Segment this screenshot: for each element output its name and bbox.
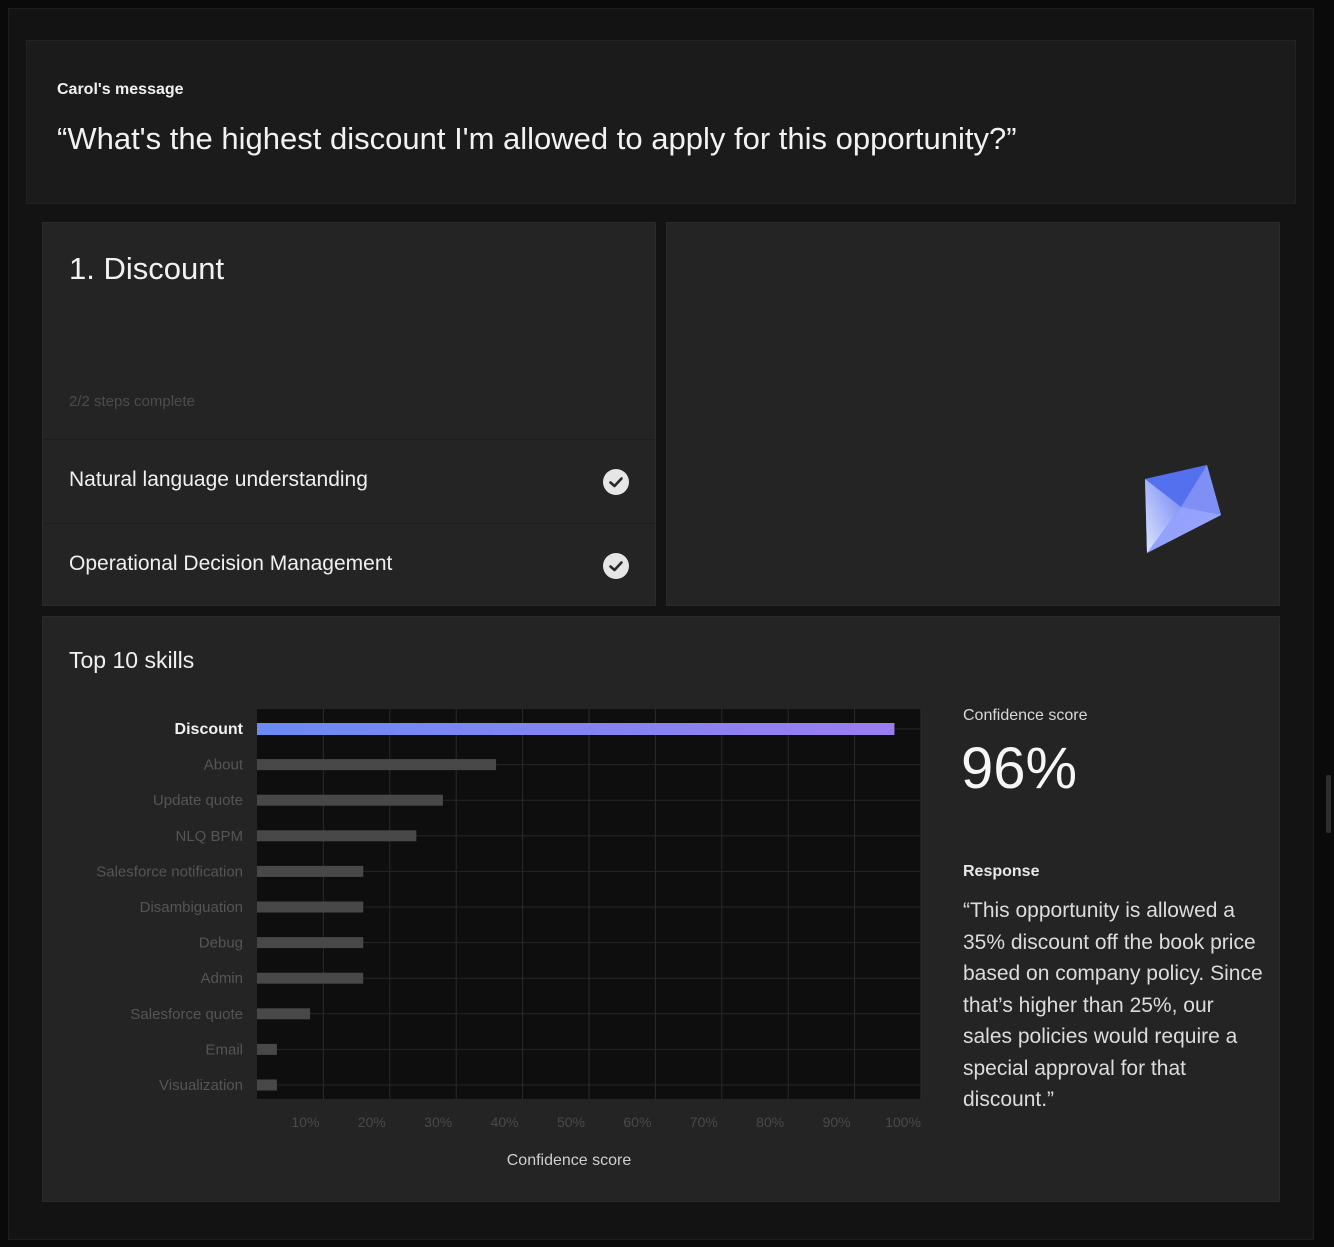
chart-xtick-label: 20% <box>358 1114 386 1130</box>
chart-xtick-label: 90% <box>823 1114 851 1130</box>
chart-xaxis-label: Confidence score <box>507 1152 632 1169</box>
step-row-odm[interactable]: Operational Decision Management <box>43 523 655 605</box>
message-label: Carol's message <box>57 81 184 98</box>
scroll-indicator <box>1326 775 1331 833</box>
confidence-value: 96% <box>961 736 1078 801</box>
chart-bar-discount <box>257 723 895 735</box>
chart-category-label: Update quote <box>153 792 243 809</box>
chart-category-label: Debug <box>199 935 243 952</box>
chart-bar-salesforce-notification <box>257 865 364 877</box>
skills-panel: Top 10 skills Discount About Update quote N… <box>42 616 1280 1202</box>
chart-xtick-label: 70% <box>690 1114 718 1130</box>
chart-category-label: Salesforce notification <box>96 863 243 880</box>
chart-category-label: Visualization <box>159 1077 243 1094</box>
chart-xtick-label: 30% <box>424 1114 452 1130</box>
confidence-label: Confidence score <box>963 707 1088 724</box>
chart-category-label: NLQ BPM <box>175 828 243 845</box>
chart-bar-salesforce-quote <box>257 1008 311 1020</box>
step-label: Natural language understanding <box>69 468 368 491</box>
message-text: “What's the highest discount I'm allowed… <box>57 121 1017 156</box>
chart-category-label: Salesforce quote <box>130 1006 243 1023</box>
chart-bar-about <box>257 759 497 771</box>
chart-bar-nlq-bpm <box>257 830 417 842</box>
chart-xtick-label: 50% <box>557 1114 585 1130</box>
gem-icon <box>1145 465 1221 553</box>
visual-panel <box>666 222 1280 606</box>
chart-bar-admin <box>257 972 364 984</box>
chart-bar-update-quote <box>257 794 443 806</box>
steps-progress: 2/2 steps complete <box>69 393 195 410</box>
response-text: “This opportunity is allowed a 35% disco… <box>963 899 1263 1111</box>
message-header: Carol's message “What's the highest disc… <box>26 40 1296 204</box>
chart-category-label: Email <box>205 1041 243 1058</box>
chart-xtick-label: 60% <box>623 1114 651 1130</box>
chart-category-label: Disambiguation <box>140 899 243 916</box>
chart-category-label: Discount <box>175 721 244 738</box>
check-circle-icon <box>603 553 629 579</box>
chart-category-label: Admin <box>200 970 243 987</box>
chart-bar-debug <box>257 937 364 949</box>
steps-title: 1. Discount <box>69 251 225 286</box>
check-circle-icon <box>603 469 629 495</box>
chart-bar-email <box>257 1043 277 1055</box>
chart-bar-disambiguation <box>257 901 364 913</box>
chart-xtick-label: 100% <box>885 1114 921 1130</box>
step-row-nlu[interactable]: Natural language understanding <box>43 439 655 521</box>
chart-bar-visualization <box>257 1079 277 1091</box>
response-label: Response <box>963 863 1040 880</box>
chart-xtick-label: 40% <box>491 1114 519 1130</box>
steps-panel: 1. Discount 2/2 steps complete Natural l… <box>42 222 656 606</box>
chart-xtick-label: 10% <box>291 1114 319 1130</box>
step-label: Operational Decision Management <box>69 552 393 575</box>
chart-category-label: About <box>204 757 244 774</box>
chart-xtick-label: 80% <box>756 1114 784 1130</box>
